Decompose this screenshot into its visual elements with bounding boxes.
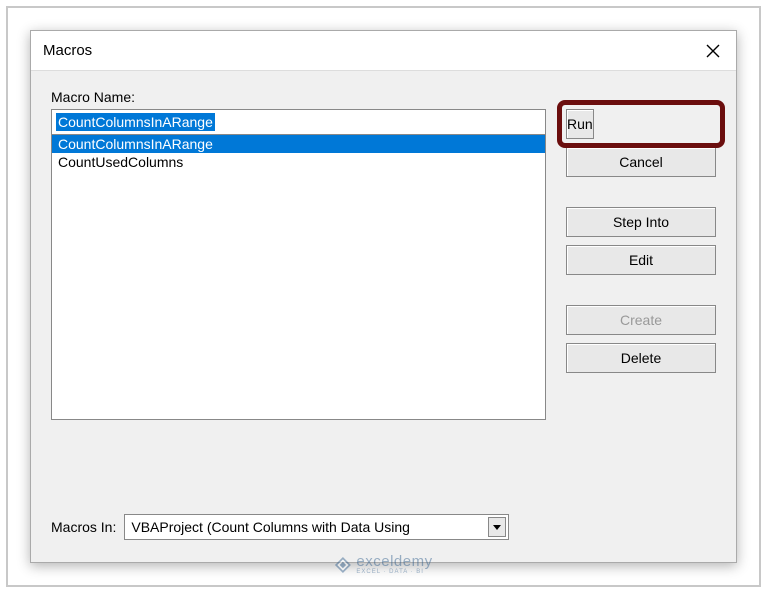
dropdown-arrow-button[interactable]	[488, 517, 506, 537]
create-button: Create	[566, 305, 716, 335]
macros-in-dropdown[interactable]: VBAProject (Count Columns with Data Usin…	[124, 514, 509, 540]
dialog-content: Macro Name: CountColumnsInARange CountCo…	[31, 71, 736, 562]
cancel-button[interactable]: Cancel	[566, 147, 716, 177]
titlebar: Macros	[31, 31, 736, 71]
left-column: CountColumnsInARange CountColumnsInARang…	[51, 109, 546, 420]
delete-button[interactable]: Delete	[566, 343, 716, 373]
chevron-down-icon	[493, 525, 501, 530]
spacer	[566, 185, 716, 199]
macro-list[interactable]: CountColumnsInARangeCountUsedColumns	[51, 135, 546, 420]
close-icon	[706, 44, 720, 58]
run-button[interactable]: Run	[566, 109, 594, 139]
macros-dialog: Macros Macro Name: CountColumnsInARange …	[30, 30, 737, 563]
macro-name-label: Macro Name:	[51, 89, 716, 105]
macros-in-label: Macros In:	[51, 519, 116, 535]
spacer	[566, 283, 716, 297]
watermark-sub: EXCEL · DATA · BI	[356, 569, 432, 575]
macro-list-item[interactable]: CountUsedColumns	[52, 153, 545, 171]
button-column: Run Cancel Step Into Edit Create Delete	[566, 109, 716, 373]
main-row: CountColumnsInARange CountColumnsInARang…	[51, 109, 716, 420]
macros-in-row: Macros In: VBAProject (Count Columns wit…	[51, 514, 509, 540]
screenshot-frame: Macros Macro Name: CountColumnsInARange …	[6, 6, 761, 587]
step-into-button[interactable]: Step Into	[566, 207, 716, 237]
close-button[interactable]	[690, 31, 736, 71]
dialog-title: Macros	[43, 42, 92, 59]
macro-list-item[interactable]: CountColumnsInARange	[52, 135, 545, 153]
edit-button[interactable]: Edit	[566, 245, 716, 275]
macros-in-value: VBAProject (Count Columns with Data Usin…	[131, 519, 410, 535]
run-button-highlight: Run	[566, 109, 716, 139]
macro-name-value: CountColumnsInARange	[56, 113, 215, 131]
macro-name-input[interactable]: CountColumnsInARange	[51, 109, 546, 135]
